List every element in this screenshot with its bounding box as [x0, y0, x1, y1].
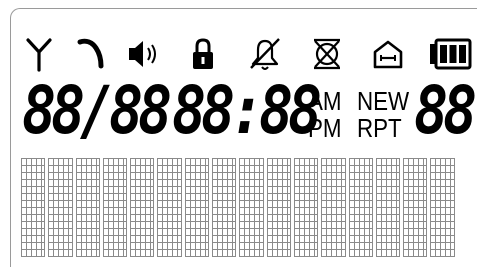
matrix-cell	[348, 207, 373, 257]
matrix-cell	[375, 207, 401, 257]
matrix-cell	[102, 207, 128, 257]
matrix-cell	[184, 207, 210, 257]
matrix-cell	[157, 158, 182, 208]
counter-display: 88	[414, 72, 477, 149]
speaker-volume-icon	[129, 41, 156, 67]
lock-icon	[193, 38, 213, 69]
matrix-cell	[212, 207, 237, 257]
matrix-cell	[130, 158, 155, 208]
home-base-icon	[373, 40, 403, 69]
dot-matrix-row-2	[21, 207, 477, 257]
ringer-off-icon	[314, 38, 340, 70]
matrix-cell	[21, 158, 46, 208]
bell-muted-icon	[250, 38, 280, 70]
dot-matrix-row-1	[21, 158, 477, 208]
matrix-cell	[403, 158, 428, 208]
matrix-cell	[430, 158, 455, 208]
pm-indicator: PM	[308, 113, 342, 143]
matrix-cell	[48, 158, 73, 208]
matrix-cell	[239, 158, 264, 208]
matrix-cell	[293, 158, 319, 208]
date-display: 88/88	[22, 72, 172, 149]
matrix-cell	[430, 207, 455, 257]
matrix-cell	[348, 158, 373, 208]
antenna-icon	[26, 38, 52, 72]
matrix-cell	[102, 158, 128, 208]
matrix-cell	[239, 207, 264, 257]
matrix-cell	[212, 158, 237, 208]
matrix-cell	[266, 207, 291, 257]
matrix-cell	[75, 207, 100, 257]
matrix-cell	[321, 158, 346, 208]
matrix-cell	[75, 158, 100, 208]
am-indicator: AM	[308, 86, 342, 116]
matrix-cell	[130, 207, 155, 257]
rpt-indicator: RPT	[357, 113, 402, 143]
matrix-cell	[21, 207, 46, 257]
phone-handset-icon	[77, 38, 104, 69]
matrix-cell	[266, 158, 291, 208]
matrix-cell	[157, 207, 182, 257]
matrix-cell	[293, 207, 319, 257]
battery-icon	[430, 38, 472, 70]
matrix-cell	[184, 158, 210, 208]
new-indicator: NEW	[357, 86, 410, 116]
matrix-cell	[48, 207, 73, 257]
matrix-cell	[321, 207, 346, 257]
matrix-cell	[403, 207, 428, 257]
matrix-cell	[375, 158, 401, 208]
time-display: 88:88	[172, 72, 322, 149]
